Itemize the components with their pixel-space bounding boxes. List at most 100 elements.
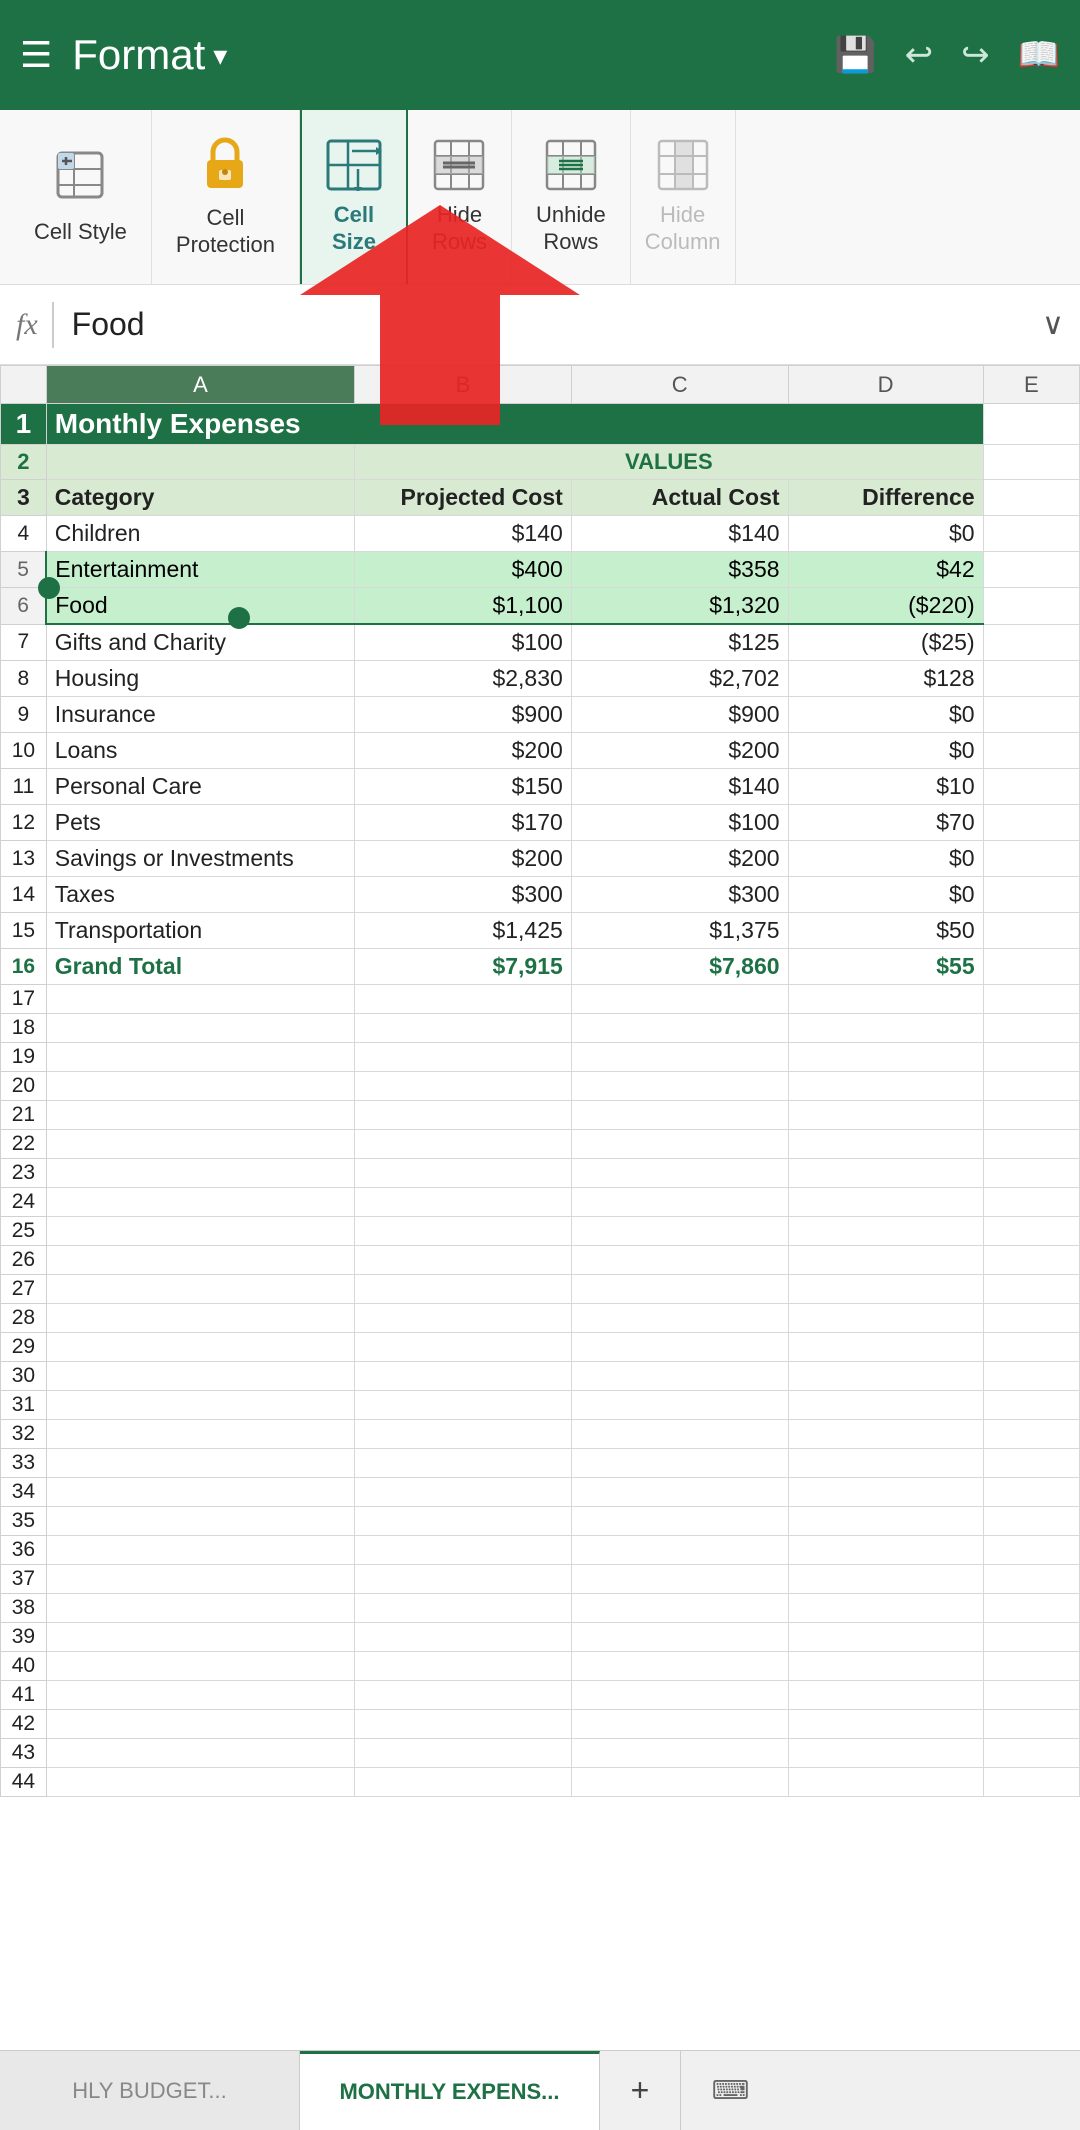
save-icon[interactable]: 💾 bbox=[834, 35, 876, 75]
cell-category[interactable]: Transportation bbox=[46, 913, 354, 949]
table-row[interactable]: 13 Savings or Investments $200 $200 $0 bbox=[1, 841, 1080, 877]
cell[interactable] bbox=[46, 1304, 354, 1333]
cell-projected[interactable]: $170 bbox=[355, 805, 572, 841]
cell-actual[interactable]: $1,320 bbox=[571, 588, 788, 625]
cell-category[interactable]: Entertainment bbox=[46, 552, 354, 588]
cell-actual[interactable]: $300 bbox=[571, 877, 788, 913]
cell[interactable] bbox=[355, 1043, 572, 1072]
cell-category[interactable]: Insurance bbox=[46, 697, 354, 733]
cell[interactable] bbox=[788, 985, 983, 1014]
cell-actual[interactable]: $1,375 bbox=[571, 913, 788, 949]
cell-category[interactable]: Loans bbox=[46, 733, 354, 769]
table-row[interactable]: 1 Monthly Expenses bbox=[1, 404, 1080, 445]
cell-actual[interactable]: $125 bbox=[571, 624, 788, 661]
cell[interactable] bbox=[571, 1391, 788, 1420]
cell[interactable] bbox=[983, 1362, 1079, 1391]
cell[interactable] bbox=[571, 1275, 788, 1304]
table-row[interactable]: 7 Gifts and Charity $100 $125 ($25) bbox=[1, 624, 1080, 661]
cell[interactable] bbox=[983, 1217, 1079, 1246]
undo-icon[interactable]: ↩ bbox=[905, 35, 934, 75]
table-row[interactable]: 37 bbox=[1, 1565, 1080, 1594]
cell[interactable] bbox=[788, 1710, 983, 1739]
cell[interactable] bbox=[983, 1594, 1079, 1623]
cell[interactable] bbox=[571, 1043, 788, 1072]
col-header-a[interactable]: A bbox=[46, 366, 354, 404]
cell-2e[interactable] bbox=[983, 445, 1079, 480]
cell[interactable] bbox=[46, 1275, 354, 1304]
col-header-d[interactable]: D bbox=[788, 366, 983, 404]
cell-diff[interactable]: $0 bbox=[788, 697, 983, 733]
cell[interactable] bbox=[46, 1043, 354, 1072]
cell[interactable] bbox=[46, 1768, 354, 1797]
table-row[interactable]: 43 bbox=[1, 1739, 1080, 1768]
cell-projected[interactable]: $140 bbox=[355, 516, 572, 552]
cell-e[interactable] bbox=[983, 697, 1079, 733]
cell-category[interactable]: Grand Total bbox=[46, 949, 354, 985]
cell-projected[interactable]: $200 bbox=[355, 841, 572, 877]
cell-actual[interactable]: $900 bbox=[571, 697, 788, 733]
header-difference[interactable]: Difference bbox=[788, 480, 983, 516]
table-row[interactable]: 4 Children $140 $140 $0 bbox=[1, 516, 1080, 552]
cell-e[interactable] bbox=[983, 877, 1079, 913]
cell[interactable] bbox=[571, 985, 788, 1014]
cell[interactable] bbox=[46, 1072, 354, 1101]
cell[interactable] bbox=[355, 1304, 572, 1333]
ribbon-hide-rows[interactable]: HideRows bbox=[408, 110, 512, 284]
cell[interactable] bbox=[788, 1275, 983, 1304]
cell[interactable] bbox=[46, 1594, 354, 1623]
cell[interactable] bbox=[46, 1507, 354, 1536]
cell[interactable] bbox=[46, 1623, 354, 1652]
table-row[interactable]: 15 Transportation $1,425 $1,375 $50 bbox=[1, 913, 1080, 949]
cell[interactable] bbox=[983, 1072, 1079, 1101]
cell-actual[interactable]: $358 bbox=[571, 552, 788, 588]
col-header-e[interactable]: E bbox=[983, 366, 1079, 404]
cell[interactable] bbox=[571, 1623, 788, 1652]
cell-diff[interactable]: $70 bbox=[788, 805, 983, 841]
ribbon-cell-style[interactable]: Cell Style bbox=[10, 110, 152, 284]
cell[interactable] bbox=[571, 1130, 788, 1159]
cell[interactable] bbox=[788, 1246, 983, 1275]
cell-projected[interactable]: $1,100 bbox=[355, 588, 572, 625]
cell[interactable] bbox=[355, 1594, 572, 1623]
cell[interactable] bbox=[355, 1101, 572, 1130]
cell[interactable] bbox=[46, 1246, 354, 1275]
cell[interactable] bbox=[788, 1188, 983, 1217]
selection-handle-top-left[interactable] bbox=[38, 577, 60, 599]
cell[interactable] bbox=[571, 1710, 788, 1739]
cell[interactable] bbox=[983, 1188, 1079, 1217]
cell[interactable] bbox=[46, 1333, 354, 1362]
cell-actual[interactable]: $7,860 bbox=[571, 949, 788, 985]
cell[interactable] bbox=[788, 1304, 983, 1333]
cell-diff[interactable]: $128 bbox=[788, 661, 983, 697]
cell[interactable] bbox=[788, 1362, 983, 1391]
cell[interactable] bbox=[788, 1681, 983, 1710]
cell[interactable] bbox=[46, 1710, 354, 1739]
keyboard-button[interactable]: ⌨ bbox=[680, 2051, 780, 2130]
table-row[interactable]: 23 bbox=[1, 1159, 1080, 1188]
cell-e[interactable] bbox=[983, 552, 1079, 588]
cell[interactable] bbox=[571, 1681, 788, 1710]
cell[interactable] bbox=[571, 1304, 788, 1333]
cell[interactable] bbox=[571, 1101, 788, 1130]
cell[interactable] bbox=[983, 1739, 1079, 1768]
cell[interactable] bbox=[983, 1449, 1079, 1478]
cell-e[interactable] bbox=[983, 733, 1079, 769]
table-row[interactable]: 10 Loans $200 $200 $0 bbox=[1, 733, 1080, 769]
cell-e[interactable] bbox=[983, 588, 1079, 625]
cell-actual[interactable]: $200 bbox=[571, 733, 788, 769]
table-row[interactable]: 3 Category Projected Cost Actual Cost Di… bbox=[1, 480, 1080, 516]
table-row[interactable]: 5 Entertainment $400 $358 $42 bbox=[1, 552, 1080, 588]
table-row[interactable]: 11 Personal Care $150 $140 $10 bbox=[1, 769, 1080, 805]
cell-2a[interactable] bbox=[46, 445, 354, 480]
cell[interactable] bbox=[46, 1362, 354, 1391]
col-header-c[interactable]: C bbox=[571, 366, 788, 404]
cell-actual[interactable]: $100 bbox=[571, 805, 788, 841]
cell[interactable] bbox=[46, 1014, 354, 1043]
cell[interactable] bbox=[983, 1333, 1079, 1362]
cell[interactable] bbox=[983, 1478, 1079, 1507]
cell[interactable] bbox=[983, 1130, 1079, 1159]
cell[interactable] bbox=[788, 1391, 983, 1420]
cell-1e[interactable] bbox=[983, 404, 1079, 445]
cell[interactable] bbox=[355, 1130, 572, 1159]
table-row[interactable]: 21 bbox=[1, 1101, 1080, 1130]
